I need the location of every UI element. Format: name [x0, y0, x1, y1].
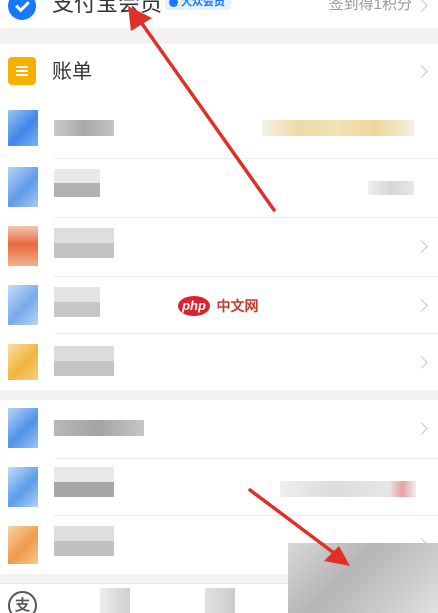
blurred-tab-icon[interactable]: [205, 588, 235, 613]
blurred-tab-icon[interactable]: [100, 588, 130, 613]
blurred-app-icon: [8, 110, 38, 146]
blurred-app-icon: [8, 526, 38, 564]
blurred-menu-row[interactable]: [0, 459, 438, 515]
blurred-menu-group: [0, 100, 438, 390]
chevron-right-icon: [415, 299, 428, 312]
chevron-right-icon: [415, 422, 428, 435]
blurred-label: [54, 346, 114, 376]
member-title[interactable]: 支付宝会员: [52, 0, 162, 18]
bill-row[interactable]: 账单: [0, 44, 438, 100]
blurred-label: [54, 467, 114, 497]
member-header[interactable]: 支付宝会员 大众会员 签到得1积分: [0, 0, 438, 28]
signin-points-link[interactable]: 签到得1积分: [329, 0, 412, 16]
blurred-menu-row[interactable]: [0, 100, 438, 158]
blurred-label: [54, 287, 100, 317]
bill-list-icon: [8, 57, 36, 85]
chevron-right-icon: [415, 240, 428, 253]
blurred-value: [262, 120, 414, 136]
chevron-right-icon: [415, 356, 428, 369]
blurred-value: [368, 181, 414, 195]
blurred-menu-row[interactable]: [0, 334, 438, 390]
blurred-menu-row[interactable]: [0, 218, 438, 276]
blurred-corner-patch: [288, 543, 438, 613]
blurred-app-icon: [8, 226, 38, 266]
blurred-menu-row[interactable]: [0, 400, 438, 458]
php-watermark: php 中文网: [178, 296, 258, 316]
blurred-label: [54, 228, 114, 258]
php-logo-icon: php: [178, 296, 210, 316]
blurred-app-icon: [8, 408, 38, 448]
blurred-app-icon: [8, 344, 38, 380]
watermark-text: 中文网: [216, 298, 259, 314]
blurred-app-icon: [8, 467, 38, 507]
blurred-label: [54, 120, 114, 136]
alipay-logo-icon[interactable]: 支: [8, 591, 37, 613]
bill-label: 账单: [52, 61, 92, 83]
blurred-label: [54, 526, 114, 556]
blurred-label: [54, 169, 100, 197]
blurred-menu-row[interactable]: [0, 159, 438, 217]
chevron-right-icon: [415, 65, 428, 78]
blurred-value: [280, 481, 416, 497]
blurred-app-icon: [8, 285, 38, 325]
chevron-right-icon: [415, 0, 428, 12]
member-check-icon: [8, 0, 36, 20]
member-level-badge: 大众会员: [165, 0, 231, 10]
blurred-label: [54, 420, 144, 436]
blurred-app-icon: [8, 167, 38, 207]
